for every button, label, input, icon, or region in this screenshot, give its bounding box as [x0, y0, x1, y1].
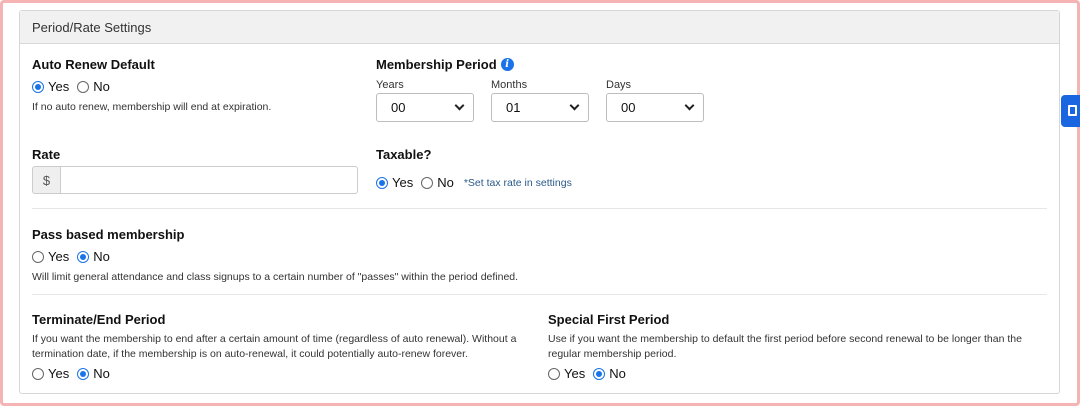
terminate-yes-option[interactable]: Yes	[32, 366, 69, 381]
months-label: Months	[491, 79, 528, 91]
terminate-yes-radio[interactable]	[32, 367, 44, 380]
terminate-no-radio[interactable]	[77, 367, 90, 380]
currency-prefix: $	[32, 166, 60, 194]
terminate-help-line1: If you want the membership to end after …	[32, 333, 517, 345]
auto-renew-no-label: No	[93, 79, 110, 94]
terminate-radio-group: Yes No	[32, 366, 118, 381]
auto-renew-yes-option[interactable]: Yes	[32, 79, 69, 94]
taxable-no-label: No	[437, 175, 454, 190]
set-tax-rate-link[interactable]: *Set tax rate in settings	[464, 177, 572, 189]
period-rate-settings-panel: Period/Rate Settings Auto Renew Default …	[19, 10, 1060, 394]
section-divider	[32, 208, 1047, 209]
side-panel-tab[interactable]	[1061, 95, 1080, 127]
rate-input[interactable]	[60, 166, 358, 194]
special-first-yes-option[interactable]: Yes	[548, 366, 585, 381]
auto-renew-no-option[interactable]: No	[77, 79, 110, 94]
pass-based-yes-option[interactable]: Yes	[32, 249, 69, 264]
days-select-value: 00	[621, 100, 636, 115]
taxable-radio-group: Yes No *Set tax rate in settings	[376, 175, 572, 190]
pass-based-help: Will limit general attendance and class …	[32, 271, 519, 283]
years-label: Years	[376, 79, 404, 91]
pass-based-radio-group: Yes No	[32, 249, 118, 264]
terminate-no-label: No	[93, 366, 110, 381]
panel-title: Period/Rate Settings	[20, 11, 1059, 44]
special-first-help-line2: regular membership period.	[548, 348, 677, 360]
special-first-label: Special First Period	[548, 312, 670, 327]
pass-based-yes-label: Yes	[48, 249, 70, 264]
special-first-radio-group: Yes No	[548, 366, 634, 381]
rate-input-group: $	[32, 166, 358, 194]
days-select[interactable]: 00	[606, 93, 704, 122]
chevron-down-icon	[684, 100, 695, 111]
months-select[interactable]: 01	[491, 93, 589, 122]
days-label: Days	[606, 79, 632, 91]
special-first-help-line1: Use if you want the membership to defaul…	[548, 333, 1022, 345]
section-divider	[32, 294, 1047, 295]
special-first-yes-label: Yes	[564, 366, 586, 381]
taxable-yes-option[interactable]: Yes	[376, 175, 413, 190]
side-panel-icon	[1068, 105, 1077, 116]
membership-period-label-row: Membership Period i	[376, 57, 514, 72]
auto-renew-yes-label: Yes	[48, 79, 70, 94]
taxable-no-radio[interactable]	[421, 176, 434, 189]
special-first-no-option[interactable]: No	[593, 366, 626, 381]
terminate-help-line2: termination date, if the membership is o…	[32, 348, 468, 360]
special-first-no-label: No	[609, 366, 626, 381]
chevron-down-icon	[569, 100, 580, 111]
membership-period-label: Membership Period	[376, 57, 497, 72]
terminate-yes-label: Yes	[48, 366, 70, 381]
pass-based-no-option[interactable]: No	[77, 249, 110, 264]
special-first-yes-radio[interactable]	[548, 367, 560, 380]
years-select-value: 00	[391, 100, 406, 115]
terminate-no-option[interactable]: No	[77, 366, 110, 381]
chevron-down-icon	[454, 100, 465, 111]
info-icon[interactable]: i	[500, 58, 514, 71]
special-first-no-radio[interactable]	[593, 367, 606, 380]
auto-renew-radio-group: Yes No	[32, 79, 118, 94]
pass-based-no-radio[interactable]	[77, 250, 90, 263]
taxable-label: Taxable?	[376, 147, 432, 162]
auto-renew-no-radio[interactable]	[77, 80, 90, 93]
taxable-yes-radio[interactable]	[376, 176, 388, 189]
pass-based-no-label: No	[93, 249, 110, 264]
pass-based-yes-radio[interactable]	[32, 250, 44, 263]
auto-renew-label: Auto Renew Default	[32, 57, 155, 72]
months-select-value: 01	[506, 100, 521, 115]
auto-renew-help: If no auto renew, membership will end at…	[32, 101, 272, 113]
rate-label: Rate	[32, 147, 61, 162]
pass-based-label: Pass based membership	[32, 227, 185, 242]
taxable-no-option[interactable]: No	[421, 175, 454, 190]
terminate-label: Terminate/End Period	[32, 312, 166, 327]
auto-renew-yes-radio[interactable]	[32, 80, 44, 93]
years-select[interactable]: 00	[376, 93, 474, 122]
taxable-yes-label: Yes	[392, 175, 414, 190]
